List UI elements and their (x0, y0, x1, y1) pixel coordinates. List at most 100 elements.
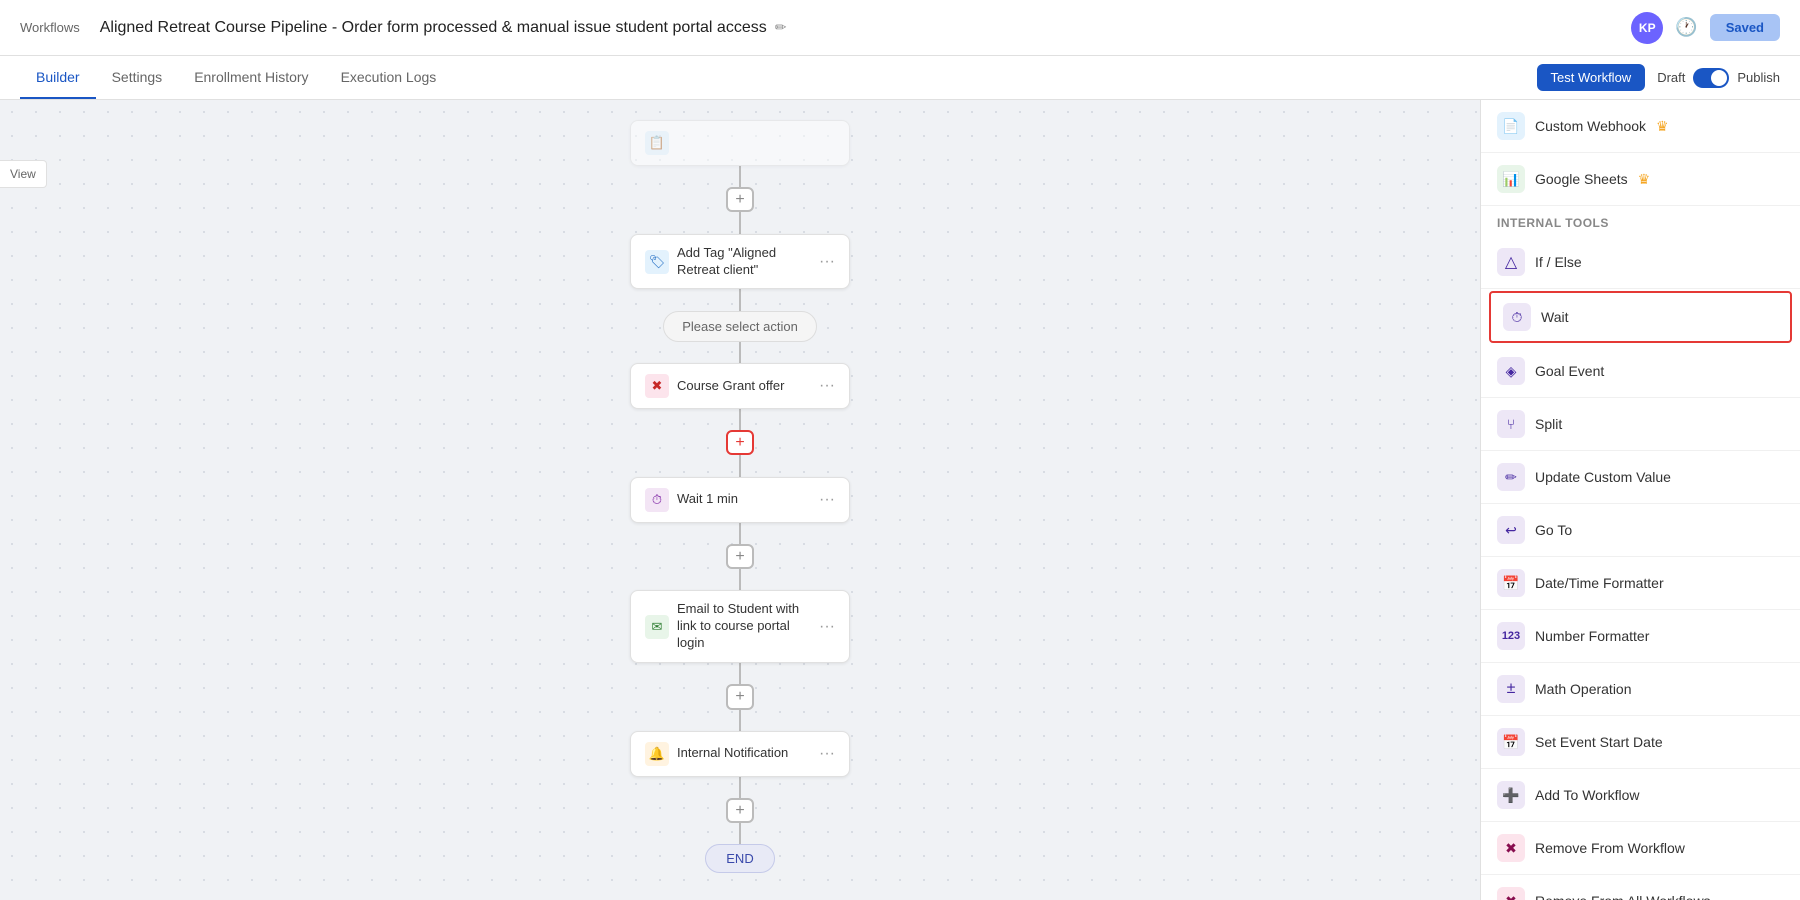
tabs-right: Test Workflow Draft Publish (1537, 64, 1780, 91)
remove-from-all-workflows-label: Remove From All Workflows (1535, 893, 1711, 900)
connector-7 (739, 523, 741, 544)
remove-from-workflow-label: Remove From Workflow (1535, 840, 1685, 856)
back-to-workflows[interactable]: Workflows (20, 20, 80, 35)
node-internal-notification-label: Internal Notification (677, 745, 811, 762)
node-email-menu[interactable]: ··· (819, 618, 835, 636)
node-add-tag-menu[interactable]: ··· (819, 253, 835, 271)
saved-button[interactable]: Saved (1710, 14, 1780, 41)
node-internal-notification[interactable]: 🔔 Internal Notification ··· (630, 731, 850, 777)
sidebar-item-number-formatter[interactable]: 123 Number Formatter (1481, 610, 1800, 663)
add-btn-highlighted[interactable]: + (726, 430, 754, 455)
node-wait[interactable]: ⏱ Wait 1 min ··· (630, 477, 850, 523)
number-formatter-icon: 123 (1497, 622, 1525, 650)
workflow-title-text: Aligned Retreat Course Pipeline - Order … (100, 19, 767, 37)
sidebar-item-datetime-formatter[interactable]: 📅 Date/Time Formatter (1481, 557, 1800, 610)
node-partial-top[interactable]: 📋 (630, 120, 850, 166)
sidebar-item-wait[interactable]: ⏱ Wait (1489, 291, 1792, 343)
toggle-switch[interactable] (1693, 68, 1729, 88)
sidebar-item-split[interactable]: ⑂ Split (1481, 398, 1800, 451)
node-email[interactable]: ✉ Email to Student with link to course p… (630, 590, 850, 663)
connector-9 (739, 663, 741, 684)
clock-icon[interactable]: 🕐 (1675, 17, 1697, 38)
if-else-icon: △ (1497, 248, 1525, 276)
datetime-formatter-label: Date/Time Formatter (1535, 575, 1664, 591)
connector-1 (739, 166, 741, 187)
node-email-label: Email to Student with link to course por… (677, 601, 811, 652)
header: Workflows Aligned Retreat Course Pipelin… (0, 0, 1800, 56)
draft-publish-toggle: Draft Publish (1657, 68, 1780, 88)
node-course-grant[interactable]: ✖ Course Grant offer ··· (630, 363, 850, 409)
remove-from-workflow-icon: ✖ (1497, 834, 1525, 862)
node-email-icon: ✉ (645, 615, 669, 639)
node-course-grant-menu[interactable]: ··· (819, 377, 835, 395)
google-sheets-icon: 📊 (1497, 165, 1525, 193)
view-label[interactable]: View (0, 160, 47, 188)
goal-event-label: Goal Event (1535, 363, 1604, 379)
google-sheets-crown: ♛ (1638, 171, 1651, 188)
sidebar-item-add-to-workflow[interactable]: ➕ Add To Workflow (1481, 769, 1800, 822)
add-to-workflow-icon: ➕ (1497, 781, 1525, 809)
set-event-start-date-icon: 📅 (1497, 728, 1525, 756)
sidebar-item-google-sheets[interactable]: 📊 Google Sheets ♛ (1481, 153, 1800, 206)
remove-from-all-workflows-icon: ✖ (1497, 887, 1525, 900)
node-internal-notification-menu[interactable]: ··· (819, 745, 835, 763)
node-add-tag-icon: 🏷 (645, 250, 669, 274)
sidebar-item-set-event-start-date[interactable]: 📅 Set Event Start Date (1481, 716, 1800, 769)
split-icon: ⑂ (1497, 410, 1525, 438)
sidebar-item-update-custom-value[interactable]: ✏ Update Custom Value (1481, 451, 1800, 504)
custom-webhook-icon: 📄 (1497, 112, 1525, 140)
custom-webhook-crown: ♛ (1656, 118, 1669, 135)
sidebar-item-remove-from-all-workflows[interactable]: ✖ Remove From All Workflows (1481, 875, 1800, 900)
update-custom-value-icon: ✏ (1497, 463, 1525, 491)
test-workflow-button[interactable]: Test Workflow (1537, 64, 1646, 91)
add-btn-3[interactable]: + (726, 544, 754, 569)
connector-8 (739, 569, 741, 590)
wait-label: Wait (1541, 309, 1568, 325)
sidebar-item-go-to[interactable]: ↩ Go To (1481, 504, 1800, 557)
node-add-tag-label: Add Tag "Aligned Retreat client" (677, 245, 811, 279)
node-wait-menu[interactable]: ··· (819, 491, 835, 509)
canvas[interactable]: View 📋 + 🏷 Add Tag "Aligned Retreat clie… (0, 100, 1480, 900)
tabs-left: Builder Settings Enrollment History Exec… (20, 57, 452, 98)
sidebar-item-remove-from-workflow[interactable]: ✖ Remove From Workflow (1481, 822, 1800, 875)
connector-4 (739, 342, 741, 363)
add-btn-4[interactable]: + (726, 684, 754, 709)
add-btn-5[interactable]: + (726, 798, 754, 823)
please-select-action[interactable]: Please select action (663, 311, 817, 342)
set-event-start-date-label: Set Event Start Date (1535, 734, 1663, 750)
node-add-tag[interactable]: 🏷 Add Tag "Aligned Retreat client" ··· (630, 234, 850, 290)
main-area: View 📋 + 🏷 Add Tag "Aligned Retreat clie… (0, 100, 1800, 900)
edit-title-icon[interactable]: ✏ (775, 19, 787, 36)
go-to-label: Go To (1535, 522, 1572, 538)
end-node[interactable]: END (705, 844, 774, 873)
sidebar-item-if-else[interactable]: △ If / Else (1481, 236, 1800, 289)
node-course-grant-icon: ✖ (645, 374, 669, 398)
tab-execution-logs[interactable]: Execution Logs (325, 57, 453, 99)
publish-label: Publish (1737, 70, 1780, 85)
sidebar: 📄 Custom Webhook ♛ 📊 Google Sheets ♛ Int… (1480, 100, 1800, 900)
sidebar-item-goal-event[interactable]: ◈ Goal Event (1481, 345, 1800, 398)
header-right: KP 🕐 Saved (1631, 12, 1780, 44)
if-else-label: If / Else (1535, 254, 1582, 270)
node-wait-label: Wait 1 min (677, 491, 811, 508)
draft-label: Draft (1657, 70, 1685, 85)
node-bell-icon: 🔔 (645, 742, 669, 766)
math-operation-icon: ± (1497, 675, 1525, 703)
sidebar-item-math-operation[interactable]: ± Math Operation (1481, 663, 1800, 716)
tab-enrollment-history[interactable]: Enrollment History (178, 57, 324, 99)
tab-builder[interactable]: Builder (20, 57, 96, 99)
workflow-container: 📋 + 🏷 Add Tag "Aligned Retreat client" ·… (540, 100, 940, 900)
sidebar-item-custom-webhook[interactable]: 📄 Custom Webhook ♛ (1481, 100, 1800, 153)
tab-settings[interactable]: Settings (96, 57, 179, 99)
custom-webhook-label: Custom Webhook (1535, 118, 1646, 134)
datetime-formatter-icon: 📅 (1497, 569, 1525, 597)
avatar[interactable]: KP (1631, 12, 1663, 44)
goal-event-icon: ◈ (1497, 357, 1525, 385)
node-partial-icon: 📋 (645, 131, 669, 155)
add-btn-1[interactable]: + (726, 187, 754, 212)
wait-icon: ⏱ (1503, 303, 1531, 331)
workflow-title: Aligned Retreat Course Pipeline - Order … (100, 19, 1632, 37)
connector-6 (739, 455, 741, 476)
connector-5 (739, 409, 741, 430)
connector-10 (739, 710, 741, 731)
